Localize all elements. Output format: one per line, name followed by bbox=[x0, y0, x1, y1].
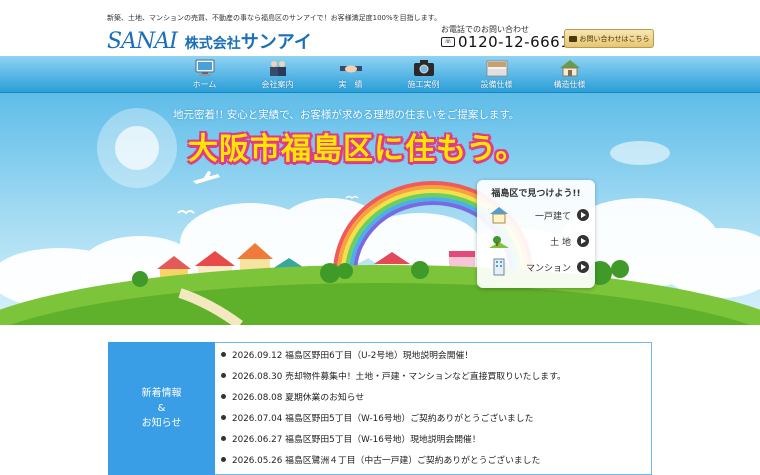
site-logo[interactable]: SANAI 株式会社サンアイ bbox=[107, 28, 312, 54]
company-name-main: サンアイ bbox=[240, 32, 312, 53]
news-item[interactable]: 2026.05.26 福島区鷺洲４丁目（中古一戸建）ご契約ありがとうございました bbox=[221, 452, 540, 466]
news-item-text: 2026.09.12 福島区野田6丁目（U-2号地）現地説明会開催！ bbox=[232, 350, 474, 361]
news-heading-line1: 新着情報 bbox=[141, 388, 182, 399]
phone-block: ☏ 0120-12-6661 bbox=[441, 33, 570, 51]
news-item[interactable]: 2026.08.08 夏期休業のお知らせ bbox=[221, 389, 364, 403]
staff-icon bbox=[269, 61, 286, 76]
nav-item-structure[interactable]: 構造仕様 bbox=[533, 56, 606, 93]
computer-icon bbox=[195, 59, 214, 76]
nav-item-results[interactable]: 実 績 bbox=[314, 56, 387, 93]
hero-banner: 地元密着!! 安心と実績で、お客様が求める理想の住まいをご提案します。 大阪市福… bbox=[0, 93, 760, 325]
finder-item-label: マンション bbox=[525, 263, 571, 274]
nav-label: 実 績 bbox=[338, 80, 363, 89]
hero-subtitle: 地元密着!! 安心と実績で、お客様が求める理想の住まいをご提案します。 bbox=[173, 109, 520, 121]
nav-item-home[interactable]: ホーム bbox=[168, 56, 241, 93]
header-tagline: 新築、土地、マンションの売買、不動産の事なら福島区のサンアイで！お客様満足度10… bbox=[107, 14, 441, 22]
nav-label: 設備仕様 bbox=[480, 80, 513, 89]
news-item-text: 2026.08.08 夏期休業のお知らせ bbox=[232, 392, 365, 403]
mail-icon bbox=[568, 35, 577, 42]
kitchen-icon bbox=[486, 60, 507, 77]
news-list: 2026.09.12 福島区野田6丁目（U-2号地）現地説明会開催！ 2026.… bbox=[215, 342, 652, 475]
property-finder: 福島区で見つけよう!! 一戸建て 土 地 マンション bbox=[477, 180, 595, 288]
arrow-right-icon bbox=[577, 209, 589, 221]
finder-item-label: 一戸建て bbox=[534, 211, 571, 222]
finder-item-mansion[interactable]: マンション bbox=[483, 255, 589, 279]
hero-title: 大阪市福島区に住もう。 bbox=[188, 132, 527, 167]
page: 新築、土地、マンションの売買、不動産の事なら福島区のサンアイで！お客様満足度10… bbox=[0, 0, 760, 475]
bullet-icon bbox=[221, 414, 226, 420]
contact-button[interactable]: お問い合わせはこちら bbox=[564, 29, 654, 48]
bullet-icon bbox=[221, 435, 226, 441]
finder-item-land[interactable]: 土 地 bbox=[483, 229, 589, 253]
nav-item-equipment[interactable]: 設備仕様 bbox=[460, 56, 533, 93]
news-item-text: 2026.07.04 福島区野田5丁目（W-16号地）ご契約ありがとうございまし… bbox=[232, 413, 534, 424]
company-name: 株式会社サンアイ bbox=[185, 28, 312, 54]
news-item[interactable]: 2026.07.04 福島区野田5丁目（W-16号地）ご契約ありがとうございまし… bbox=[221, 410, 533, 424]
finder-item-house[interactable]: 一戸建て bbox=[483, 203, 589, 227]
bullet-icon bbox=[221, 456, 226, 462]
nav-items: ホーム 会社案内 実 績 施工実例 設備仕様 構造仕様 bbox=[168, 56, 606, 93]
news-heading-line2: & bbox=[157, 403, 166, 414]
phone-icon: ☏ bbox=[441, 37, 455, 47]
finder-title: 福島区で見つけよう!! bbox=[491, 189, 581, 199]
news-item-text: 2026.05.26 福島区鷺洲４丁目（中古一戸建）ご契約ありがとうございました bbox=[232, 455, 541, 466]
news-item-text: 2026.08.30 売却物件募集中！土地・戸建・マンションなど直接買取りいたし… bbox=[232, 371, 566, 382]
bullet-icon bbox=[221, 372, 226, 378]
nav-label: ホーム bbox=[192, 80, 217, 89]
news-heading-line3: お知らせ bbox=[141, 418, 182, 429]
news-item[interactable]: 2026.08.30 売却物件募集中！土地・戸建・マンションなど直接買取りいたし… bbox=[221, 368, 566, 382]
news-item[interactable]: 2026.09.12 福島区野田6丁目（U-2号地）現地説明会開催！ bbox=[221, 347, 473, 361]
contact-button-label: お問い合わせはこちら bbox=[579, 34, 650, 43]
house-icon bbox=[490, 207, 508, 224]
news-item[interactable]: 2026.06.27 福島区野田5丁目（W-16号地）現地説明会開催！ bbox=[221, 431, 481, 445]
bullet-icon bbox=[221, 351, 226, 357]
house-icon bbox=[559, 60, 580, 77]
camera-icon bbox=[413, 60, 434, 76]
nav-label: 会社案内 bbox=[261, 80, 294, 89]
land-icon bbox=[489, 236, 509, 248]
nav-label: 施工実例 bbox=[407, 80, 440, 89]
phone-number[interactable]: 0120-12-6661 bbox=[458, 33, 570, 51]
site-header: 新築、土地、マンションの売買、不動産の事なら福島区のサンアイで！お客様満足度10… bbox=[0, 0, 760, 56]
nav-label: 構造仕様 bbox=[553, 80, 586, 89]
handshake-icon bbox=[339, 65, 362, 73]
global-nav: ホーム 会社案内 実 績 施工実例 設備仕様 構造仕様 bbox=[0, 56, 760, 93]
news-item-text: 2026.06.27 福島区野田5丁目（W-16号地）現地説明会開催！ bbox=[232, 434, 481, 445]
company-prefix: 株式会社 bbox=[184, 36, 241, 52]
arrow-right-icon bbox=[577, 261, 589, 273]
finder-item-label: 土 地 bbox=[550, 237, 571, 248]
arrow-right-icon bbox=[577, 235, 589, 247]
news-heading: 新着情報 & お知らせ bbox=[108, 342, 215, 475]
nav-item-works[interactable]: 施工実例 bbox=[387, 56, 460, 93]
nav-item-company[interactable]: 会社案内 bbox=[241, 56, 314, 93]
apartment-icon bbox=[493, 258, 505, 276]
logo-mark: SANAI bbox=[107, 29, 178, 54]
bullet-icon bbox=[221, 393, 226, 399]
